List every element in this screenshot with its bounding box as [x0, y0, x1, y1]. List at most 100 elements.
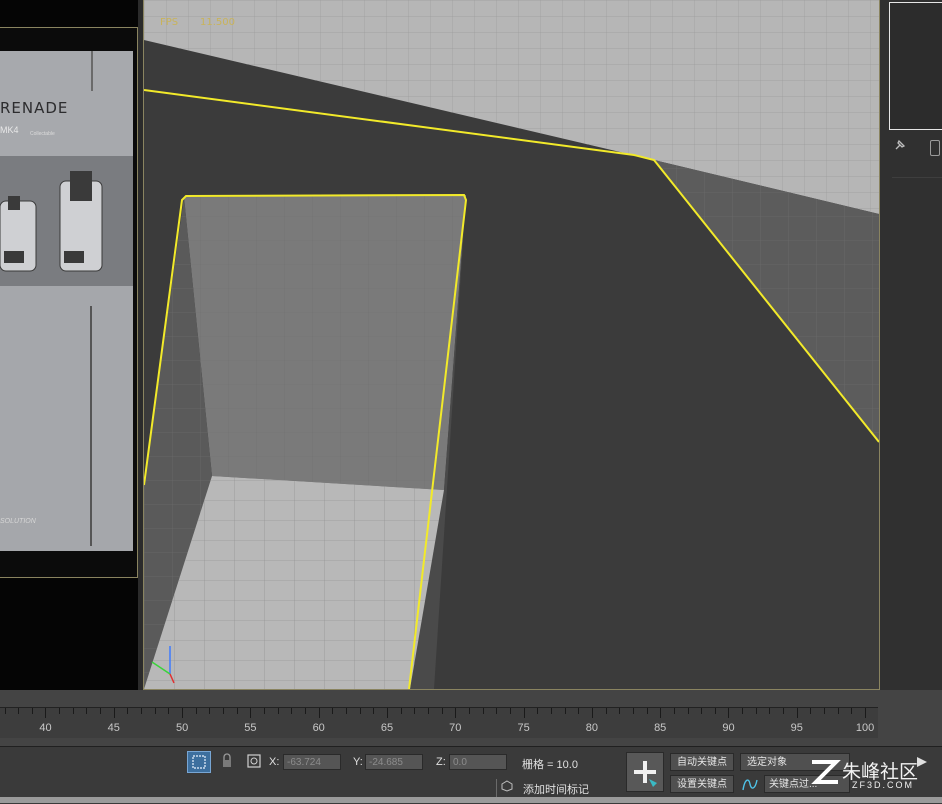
ruler-label: 50: [175, 722, 189, 734]
ruler-tick: [305, 708, 307, 714]
ruler-tick: [605, 708, 607, 714]
ruler-tick: [646, 708, 648, 714]
ruler-tick: [865, 708, 867, 718]
ruler-label: 100: [855, 722, 875, 734]
ruler-tick: [18, 708, 20, 714]
ruler-tick: [100, 708, 102, 714]
ruler-label: 40: [39, 722, 52, 734]
set-key-button[interactable]: 设置关键点: [670, 775, 734, 793]
x-coordinate-field[interactable]: -63.724: [283, 754, 341, 770]
ruler-tick: [4, 708, 6, 714]
watermark-logo-icon: [808, 758, 842, 788]
ruler-label: 60: [312, 722, 325, 734]
set-key-big-button[interactable]: [626, 752, 664, 792]
ruler-tick: [264, 708, 266, 714]
perspective-viewport[interactable]: [143, 0, 880, 690]
ruler-label: 65: [380, 722, 394, 734]
ruler-tick: [509, 708, 511, 714]
ruler-tick: [673, 708, 675, 714]
status-divider: [496, 779, 497, 797]
ruler-tick: [141, 708, 143, 714]
fps-label: FPS: [160, 17, 179, 28]
ruler-tick: [236, 708, 238, 714]
ruler-tick: [386, 708, 388, 718]
ruler-label: 70: [449, 722, 462, 734]
ruler-tick: [277, 708, 279, 714]
ruler-tick: [564, 708, 566, 714]
ruler-tick: [359, 708, 361, 714]
key-filter-icon[interactable]: [741, 776, 761, 792]
ruler-tick: [223, 708, 225, 714]
ruler-tick: [482, 708, 484, 714]
absolute-mode-icon[interactable]: [246, 753, 262, 769]
reference-subtitle: MK4: [0, 125, 19, 135]
taskbar-strip: [0, 797, 942, 803]
ruler-tick: [619, 708, 621, 714]
auto-key-button[interactable]: 自动关键点: [670, 753, 734, 771]
y-coordinate-field[interactable]: -24.685: [365, 754, 423, 770]
ruler-tick: [714, 708, 716, 714]
z-label: Z:: [436, 756, 446, 768]
ruler-tick: [824, 708, 826, 714]
reference-subtitle-small: Collectable: [30, 131, 55, 137]
ruler-tick: [195, 708, 197, 714]
reference-logo: RENADE: [0, 99, 69, 117]
ruler-tick: [783, 708, 785, 714]
ruler-tick: [632, 708, 634, 714]
ruler-label: 80: [585, 722, 598, 734]
ruler-label: 55: [244, 722, 257, 734]
ruler-tick: [810, 708, 812, 714]
ruler-tick: [837, 708, 839, 714]
ruler-tick: [427, 708, 429, 714]
ruler-tick: [742, 708, 744, 714]
ruler-tick: [468, 708, 470, 714]
ruler-label: 85: [654, 722, 667, 734]
ruler-tick: [578, 708, 580, 714]
x-label: X:: [269, 756, 280, 768]
ruler-tick: [660, 708, 662, 718]
ruler-tick: [728, 708, 730, 718]
ruler-tick: [523, 708, 525, 718]
lock-icon[interactable]: [220, 753, 234, 769]
ruler-tick: [591, 708, 593, 718]
add-time-tag[interactable]: 添加时间标记: [523, 781, 589, 797]
ruler-tick: [318, 708, 320, 718]
ruler-tick: [400, 708, 402, 714]
viewport-scene: [144, 0, 879, 689]
panel-preview-box[interactable]: [889, 2, 942, 130]
grid-size-text: 栅格 = 10.0: [522, 759, 578, 771]
y-label: Y:: [353, 756, 363, 768]
reference-image: [0, 51, 133, 551]
ruler-tick: [414, 708, 416, 714]
ruler-tick: [550, 708, 552, 714]
reference-brand: SOLUTION: [0, 518, 36, 525]
ruler-tick: [182, 708, 184, 718]
fps-value: 11.500: [200, 17, 235, 28]
ruler-tick: [441, 708, 443, 714]
ruler-tick: [72, 708, 74, 714]
ruler-tick: [59, 708, 61, 714]
ruler-label: 90: [722, 722, 735, 734]
time-tag-icon: [501, 780, 513, 792]
ruler-tick: [86, 708, 88, 714]
ruler-label: 75: [517, 722, 530, 734]
time-ruler[interactable]: [0, 707, 878, 738]
ruler-tick: [113, 708, 115, 718]
config-icon[interactable]: [930, 140, 940, 156]
ruler-tick: [851, 708, 853, 714]
ruler-tick: [373, 708, 375, 714]
ruler-tick: [755, 708, 757, 714]
z-coordinate-field[interactable]: 0.0: [449, 754, 507, 770]
ruler-tick: [537, 708, 539, 714]
ruler-tick: [796, 708, 798, 718]
panel-divider: [892, 177, 942, 178]
ruler-label: 45: [107, 722, 120, 734]
ruler-label: 95: [790, 722, 803, 734]
reference-drawing: [0, 51, 133, 551]
selection-lock-button[interactable]: [187, 751, 211, 773]
ruler-tick: [209, 708, 211, 714]
ruler-tick: [127, 708, 129, 714]
ruler-tick: [701, 708, 703, 714]
ruler-tick: [346, 708, 347, 714]
pin-icon[interactable]: [893, 138, 907, 152]
